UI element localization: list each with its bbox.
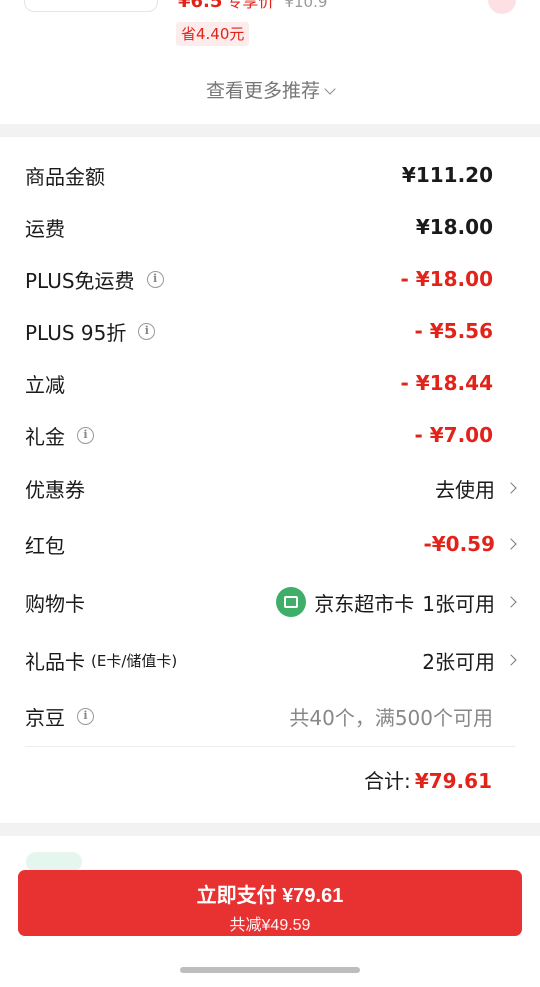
supermarket-card-icon [276, 587, 307, 617]
total-amount: ¥79.61 [414, 769, 492, 793]
row-plus-discount: PLUS 95折 i - ¥5.56 [25, 311, 515, 351]
row-label-text: 礼金 [25, 424, 65, 449]
save-badge: 省4.40元 [176, 22, 250, 46]
row-value: 共40个，满500个可用 [289, 705, 493, 730]
info-icon[interactable]: i [77, 707, 94, 725]
more-recommend-label: 查看更多推荐 [205, 80, 320, 102]
info-icon[interactable]: i [77, 426, 94, 444]
row-label-sub: (E卡/储值卡) [91, 651, 178, 670]
row-label-text: PLUS免运费 [25, 268, 135, 293]
row-gift-card[interactable]: 礼品卡 (E卡/储值卡) 2张可用 [25, 640, 517, 680]
row-shipping: 运费 ¥18.00 [25, 207, 515, 247]
row-label: 立减 [25, 372, 65, 397]
row-gift-money: 礼金 i - ¥7.00 [25, 415, 515, 455]
home-indicator [180, 967, 360, 973]
pay-button-label: 立即支付 ¥79.61 [196, 885, 344, 907]
more-recommend-link[interactable]: 查看更多推荐 [0, 76, 540, 103]
row-label: 运费 [25, 216, 65, 241]
pay-now-button[interactable]: 立即支付 ¥79.61 共减¥49.59 [18, 870, 522, 936]
chevron-right-icon [505, 482, 517, 494]
card-available: 1张可用 [422, 591, 495, 616]
order-total: 合计: ¥79.61 [364, 765, 492, 794]
row-value: 京东超市卡 1张可用 [276, 587, 517, 617]
chevron-right-icon [505, 596, 517, 608]
row-value: -¥0.59 [423, 532, 517, 556]
order-summary: 商品金额 ¥111.20 运费 ¥18.00 PLUS免运费 i - ¥18.00… [0, 137, 540, 823]
chevron-right-icon [505, 538, 517, 550]
row-value: ¥18.00 [415, 215, 493, 239]
row-shopping-card[interactable]: 购物卡 京东超市卡 1张可用 [25, 582, 517, 622]
recommend-item-price: ¥6.5 专享价 ¥10.9 [178, 0, 327, 12]
row-label: 购物卡 [25, 591, 85, 616]
price-tag: 专享价 [226, 0, 275, 11]
recommend-card: ¥6.5 专享价 ¥10.9 省4.40元 查看更多推荐 [0, 0, 540, 124]
row-label-text: PLUS 95折 [25, 320, 127, 345]
row-label: 优惠券 [25, 477, 85, 502]
row-coupon[interactable]: 优惠券 去使用 [25, 468, 517, 508]
row-value: 去使用 [435, 474, 517, 503]
row-label-text: 京豆 [25, 705, 65, 730]
original-price: ¥10.9 [284, 0, 328, 11]
row-label: 礼品卡 (E卡/储值卡) [25, 646, 177, 675]
row-label: PLUS免运费 i [25, 265, 164, 294]
info-icon[interactable]: i [138, 322, 156, 340]
row-label: 商品金额 [25, 164, 105, 189]
row-jd-beans: 京豆 i 共40个，满500个可用 [25, 696, 515, 736]
row-value: ¥111.20 [401, 163, 493, 187]
row-value: - ¥18.44 [400, 371, 493, 395]
row-label: PLUS 95折 i [25, 317, 156, 346]
section-tag [26, 852, 82, 872]
total-label: 合计: [364, 769, 411, 793]
chevron-right-icon [505, 654, 517, 666]
chevron-down-icon [324, 83, 336, 95]
row-label: 京豆 i [25, 702, 94, 731]
row-goods-amount: 商品金额 ¥111.20 [25, 155, 515, 195]
recommend-item-thumbnail[interactable] [24, 0, 158, 12]
red-packet-value: -¥0.59 [423, 532, 495, 556]
pay-button-savings: 共减¥49.59 [229, 917, 311, 934]
row-instant-reduction: 立减 - ¥18.44 [25, 363, 515, 403]
info-icon[interactable]: i [146, 270, 164, 288]
row-label-text: 礼品卡 [25, 649, 85, 674]
price-value: ¥6.5 [178, 0, 223, 12]
row-value: - ¥7.00 [414, 423, 493, 447]
divider [25, 746, 515, 747]
row-red-packet[interactable]: 红包 -¥0.59 [25, 524, 517, 564]
row-value: - ¥18.00 [400, 267, 493, 291]
add-to-cart-icon[interactable] [488, 0, 516, 14]
row-value: 2张可用 [422, 646, 517, 675]
row-label: 礼金 i [25, 421, 94, 450]
row-label: 红包 [25, 533, 65, 558]
gift-card-available: 2张可用 [422, 649, 495, 674]
row-plus-free-shipping: PLUS免运费 i - ¥18.00 [25, 259, 515, 299]
card-name: 京东超市卡 [314, 591, 415, 616]
use-coupon-link[interactable]: 去使用 [435, 474, 495, 503]
row-value: - ¥5.56 [414, 319, 493, 343]
